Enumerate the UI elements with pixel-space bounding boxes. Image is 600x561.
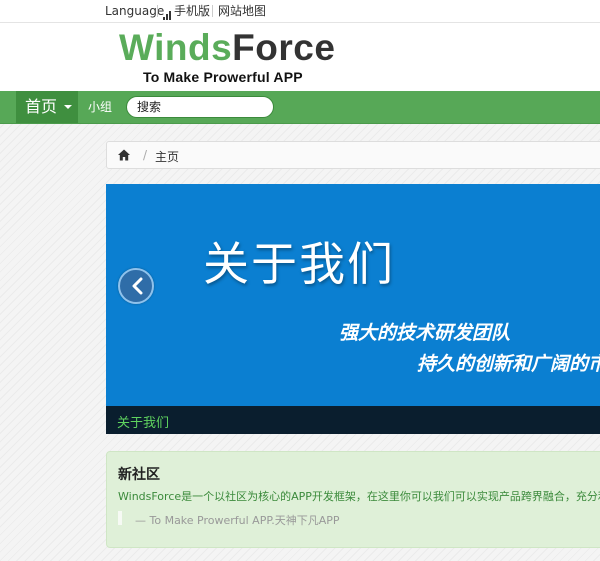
breadcrumb-separator: /: [143, 148, 148, 162]
slide-slogan-1: 强大的技术研发团队: [339, 322, 511, 344]
site-logo[interactable]: WindsForce: [119, 26, 335, 70]
search-input[interactable]: [126, 96, 274, 118]
breadcrumb-current: 主页: [155, 150, 180, 164]
community-description: WindsForce是一个以社区为核心的APP开发框架，在这里你可以我们可以实现…: [118, 490, 600, 503]
nav-item-group[interactable]: 小组: [88, 99, 112, 115]
topbar-divider: [157, 5, 158, 17]
logo-text-force: Force: [232, 27, 336, 68]
community-title: 新社区: [118, 467, 160, 483]
breadcrumb: / 主页: [106, 141, 600, 169]
mobile-version-label: 手机版: [174, 4, 211, 18]
top-bar: Language 手机版 网站地图: [0, 0, 600, 23]
main-navbar: 首页 小组: [0, 91, 600, 124]
topbar-divider: [212, 5, 213, 17]
carousel-prev-button[interactable]: [118, 268, 154, 304]
slide-caption[interactable]: 关于我们: [117, 412, 169, 431]
banner-carousel[interactable]: 关于我们 强大的技术研发团队 持久的创新和广阔的市 关于我们: [106, 184, 600, 434]
signal-icon: [163, 4, 172, 20]
slide-title: 关于我们: [203, 237, 395, 291]
nav-home-dropdown[interactable]: 首页: [16, 91, 78, 123]
community-panel: 新社区 WindsForce是一个以社区为核心的APP开发框架，在这里你可以我们…: [106, 451, 600, 548]
mobile-version-link[interactable]: 手机版: [163, 3, 210, 20]
slide-caption-bar: 关于我们: [106, 406, 600, 434]
caret-down-icon: [64, 105, 72, 109]
nav-home-label: 首页: [25, 97, 58, 116]
logo-text-winds: Winds: [119, 27, 233, 68]
chevron-left-icon: [132, 277, 143, 295]
site-tagline: To Make Prowerful APP: [143, 69, 303, 85]
slide-slogan-2: 持久的创新和广阔的市: [417, 353, 600, 375]
sitemap-link[interactable]: 网站地图: [218, 3, 266, 19]
home-icon[interactable]: [118, 149, 130, 161]
community-quote: — To Make Prowerful APP.天神下凡APP: [135, 514, 340, 527]
site-header: WindsForce To Make Prowerful APP: [0, 23, 600, 91]
language-link[interactable]: Language: [105, 3, 164, 19]
quote-marker: [118, 511, 122, 525]
